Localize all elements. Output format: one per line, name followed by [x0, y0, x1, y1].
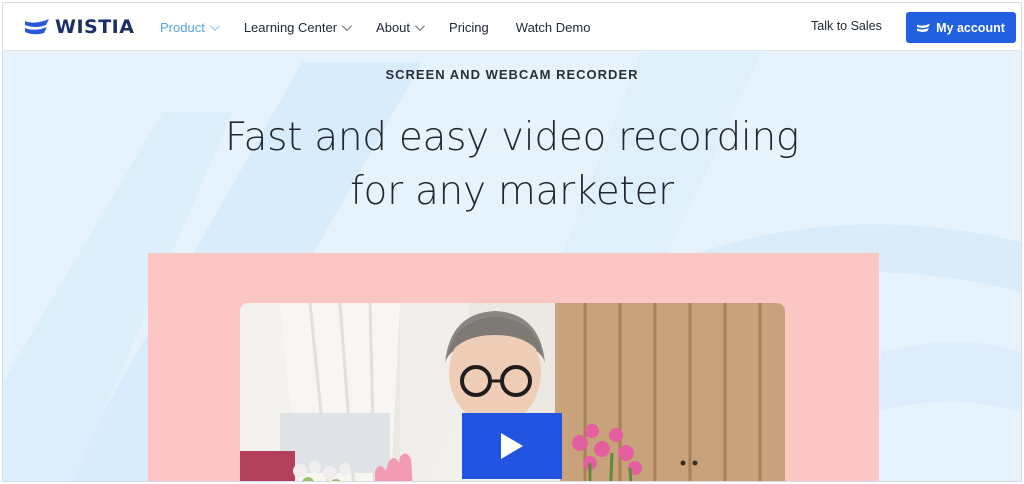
- brand-logo[interactable]: WISTIA: [25, 16, 134, 38]
- chevron-down-icon: [342, 20, 352, 31]
- main-menu: Product Learning Center About Pricing Wa…: [160, 3, 617, 51]
- nav-item-label: About: [376, 19, 411, 35]
- play-icon: [501, 433, 523, 459]
- chevron-down-icon: [414, 20, 425, 31]
- play-button[interactable]: [462, 413, 562, 479]
- video-player[interactable]: [240, 303, 785, 481]
- brand-name: WISTIA: [55, 16, 135, 38]
- page-frame: WISTIA Product Learning Center About Pri…: [2, 2, 1022, 482]
- hero-eyebrow: SCREEN AND WEBCAM RECORDER: [385, 67, 639, 82]
- nav-item-pricing[interactable]: Pricing: [449, 20, 489, 35]
- talk-to-sales-link[interactable]: Talk to Sales: [811, 19, 882, 33]
- video-card: [148, 253, 879, 481]
- headline-line-2: for any marketer: [350, 169, 674, 214]
- my-account-label: My account: [936, 20, 1005, 35]
- headline-line-1: Fast and easy video recording: [225, 115, 799, 160]
- nav-item-label: Product: [160, 19, 205, 35]
- nav-item-product[interactable]: Product: [160, 19, 220, 35]
- chevron-down-icon: [209, 20, 220, 31]
- my-account-button[interactable]: My account: [906, 12, 1016, 43]
- nav-item-label: Pricing: [449, 19, 489, 35]
- nav-item-about[interactable]: About: [376, 19, 425, 35]
- hero-headline: Fast and easy video recording for any ma…: [3, 111, 1021, 219]
- top-navigation: WISTIA Product Learning Center About Pri…: [3, 3, 1021, 51]
- nav-item-learning-center[interactable]: Learning Center: [243, 19, 352, 35]
- nav-item-label: Watch Demo: [515, 19, 591, 35]
- nav-item-label: Learning Center: [243, 19, 338, 35]
- wistia-flag-icon: [917, 23, 931, 32]
- nav-item-watch-demo[interactable]: Watch Demo: [516, 20, 591, 35]
- wistia-flag-icon: [25, 19, 49, 35]
